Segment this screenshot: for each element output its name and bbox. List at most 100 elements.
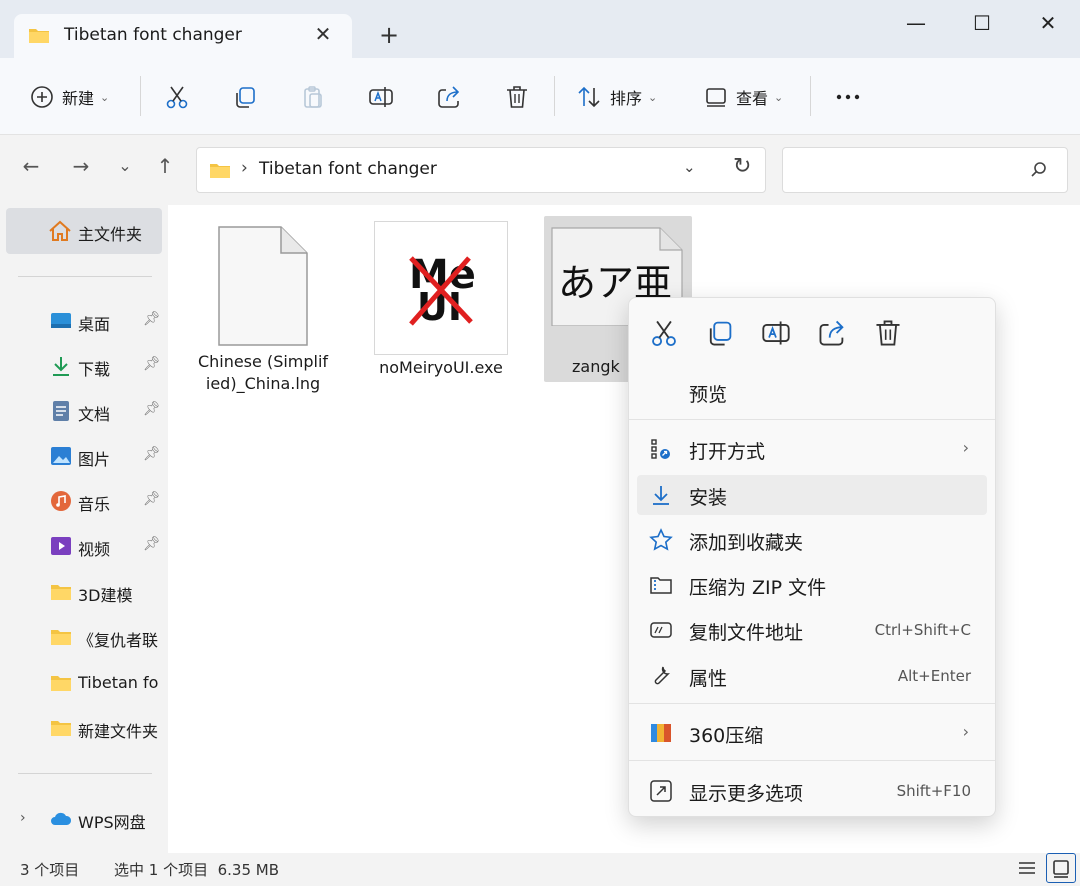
tiles-view-icon <box>1053 860 1069 878</box>
folder-icon <box>29 29 49 43</box>
cut-button[interactable] <box>164 80 190 114</box>
rename-icon <box>369 87 393 107</box>
menu-item-preview[interactable]: 预览 <box>637 372 987 412</box>
sidebar-item-desktop[interactable]: 桌面 📌︎ <box>0 302 168 342</box>
chevron-right-icon[interactable]: › <box>20 810 26 826</box>
sidebar-item-videos[interactable]: 视频 📌︎ <box>0 527 168 567</box>
menu-item-label: 显示更多选项 <box>689 783 804 805</box>
back-button[interactable]: ← <box>16 151 46 181</box>
menu-item-install[interactable]: 安装 <box>637 475 987 515</box>
delete-icon[interactable] <box>873 318 903 348</box>
up-button[interactable]: ↑ <box>150 151 180 181</box>
chevron-right-icon: › <box>962 722 969 741</box>
desktop-icon <box>51 313 71 328</box>
sidebar-item-label: 3D建模 <box>78 586 133 605</box>
video-icon <box>51 537 71 555</box>
sidebar-item-wps-cloud[interactable]: › WPS网盘 <box>0 800 168 840</box>
menu-item-label: 打开方式 <box>689 441 766 463</box>
copy-icon <box>236 87 255 108</box>
menu-item-open-with[interactable]: 打开方式 › <box>637 429 987 469</box>
sidebar-item-music[interactable]: 音乐 📌︎ <box>0 482 168 522</box>
toolbar-divider <box>810 76 811 116</box>
status-item-count: 3 个项目 <box>20 861 80 879</box>
sidebar-item-downloads[interactable]: 下载 📌︎ <box>0 347 168 387</box>
rename-icon[interactable] <box>761 318 791 348</box>
sort-icon <box>578 86 600 108</box>
paste-button[interactable] <box>300 80 326 114</box>
more-button[interactable] <box>834 80 862 114</box>
share-icon[interactable] <box>817 318 847 348</box>
close-window-button[interactable]: ✕ <box>1024 8 1072 38</box>
sidebar-item-folder[interactable]: 新建文件夹 <box>0 709 168 749</box>
copy-icon[interactable] <box>705 318 735 348</box>
context-menu: 预览 打开方式 › 安装 添加到收藏夹 压缩为 ZIP 文件 复制文件地址 Ct… <box>628 297 996 817</box>
pin-icon: 📌︎ <box>143 356 161 372</box>
music-icon <box>51 491 71 511</box>
rename-button[interactable] <box>368 80 394 114</box>
search-input[interactable] <box>782 147 1068 193</box>
menu-item-show-more-options[interactable]: 显示更多选项 Shift+F10 <box>637 771 987 811</box>
menu-item-compress-zip[interactable]: 压缩为 ZIP 文件 <box>637 565 987 605</box>
install-icon <box>653 486 669 505</box>
chevron-down-icon[interactable]: ⌄ <box>683 158 696 176</box>
open-with-icon <box>651 439 670 459</box>
menu-item-shortcut: Alt+Enter <box>897 667 971 685</box>
maximize-button[interactable]: ☐ <box>958 8 1006 38</box>
menu-item-add-to-favorites[interactable]: 添加到收藏夹 <box>637 520 987 560</box>
share-button[interactable] <box>436 80 462 114</box>
breadcrumb-separator: › <box>241 158 248 178</box>
view-label: 查看 <box>736 89 769 108</box>
tiles-view-button[interactable] <box>1046 853 1076 883</box>
zip-icon <box>650 577 672 594</box>
minimize-button[interactable]: — <box>892 8 940 38</box>
address-row: ← → ⌄ ↑ › Tibetan font changer ⌄ ↻ <box>0 135 1080 205</box>
sidebar-item-folder[interactable]: 《复仇者联 <box>0 618 168 658</box>
sidebar-item-label: 主文件夹 <box>78 225 143 244</box>
view-button[interactable]: 查看 ⌄ <box>704 80 783 114</box>
delete-icon <box>507 86 527 108</box>
chevron-down-icon: ⌄ <box>774 90 784 104</box>
menu-item-label: 360压缩 <box>689 725 764 747</box>
toolbar-divider <box>140 76 141 116</box>
navigation-pane: 主文件夹 桌面 📌︎ 下载 📌︎ 文档 📌︎ 图片 📌︎ 音乐 📌︎ 视频 📌︎… <box>0 205 168 853</box>
folder-icon <box>51 676 71 691</box>
refresh-icon[interactable]: ↻ <box>733 154 751 179</box>
tab-close-button[interactable]: ✕ <box>310 21 336 47</box>
paste-icon <box>304 86 322 108</box>
recent-dropdown-button[interactable]: ⌄ <box>110 151 140 181</box>
view-icon <box>706 88 726 107</box>
copy-button[interactable] <box>232 80 258 114</box>
app-thumbnail: Me UI <box>374 221 508 355</box>
sidebar-item-label: 《复仇者联 <box>78 631 159 650</box>
new-button[interactable]: 新建 ⌄ <box>30 80 109 114</box>
sidebar-item-folder[interactable]: Tibetan fo <box>0 664 168 704</box>
sort-label: 排序 <box>610 89 643 108</box>
folder-icon <box>51 585 71 600</box>
file-item[interactable]: Chinese (Simplified)_China.lng <box>196 225 330 395</box>
details-view-icon[interactable] <box>1016 857 1038 879</box>
menu-item-360-zip[interactable]: 360压缩 › <box>637 713 987 753</box>
tab-title: Tibetan font changer <box>64 25 242 45</box>
menu-item-copy-path[interactable]: 复制文件地址 Ctrl+Shift+C <box>637 610 987 650</box>
sidebar-item-documents[interactable]: 文档 📌︎ <box>0 392 168 432</box>
copy-path-icon <box>650 622 672 638</box>
breadcrumb-current[interactable]: Tibetan font changer <box>259 159 437 179</box>
sidebar-item-folder[interactable]: 3D建模 <box>0 573 168 613</box>
new-tab-button[interactable]: + <box>374 20 404 50</box>
command-bar: 新建 ⌄ 排序 ⌄ 查看 ⌄ <box>0 58 1080 135</box>
cut-icon[interactable] <box>649 318 679 348</box>
address-bar[interactable]: › Tibetan font changer ⌄ ↻ <box>196 147 766 193</box>
360-zip-icon <box>651 724 671 742</box>
menu-item-shortcut: Shift+F10 <box>896 782 971 800</box>
file-item[interactable]: Me UI noMeiryoUI.exe <box>372 221 510 379</box>
app-icon: Me UI <box>409 252 476 329</box>
tab-active[interactable]: Tibetan font changer ✕ <box>14 14 352 58</box>
pin-icon: 📌︎ <box>143 446 161 462</box>
delete-button[interactable] <box>504 80 530 114</box>
chevron-right-icon: › <box>962 438 969 457</box>
menu-item-properties[interactable]: 属性 Alt+Enter <box>637 656 987 696</box>
sidebar-item-pictures[interactable]: 图片 📌︎ <box>0 437 168 477</box>
sort-button[interactable]: 排序 ⌄ <box>576 80 657 114</box>
forward-button[interactable]: → <box>66 151 96 181</box>
sidebar-item-home[interactable]: 主文件夹 <box>6 208 162 254</box>
